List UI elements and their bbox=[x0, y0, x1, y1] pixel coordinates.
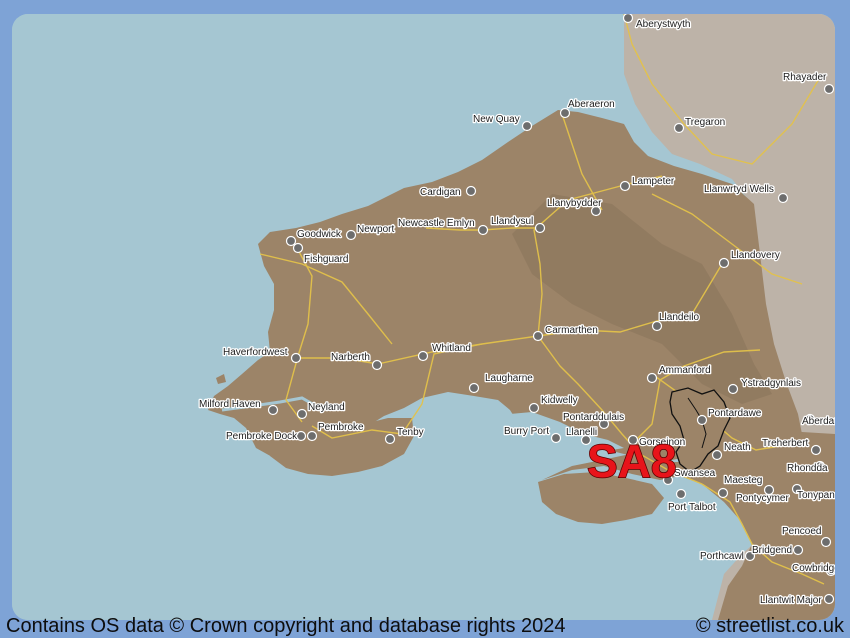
place-label: Whitland bbox=[432, 343, 471, 354]
place-label: Burry Port bbox=[504, 426, 549, 437]
marker-pontardawe bbox=[696, 414, 708, 426]
marker-pencoed bbox=[820, 536, 832, 548]
map-view[interactable]: Aberystwyth Rhayader Aberaeron New Quay … bbox=[12, 14, 835, 620]
place-label: Llanwrtyd Wells bbox=[704, 184, 774, 195]
map-frame: Aberystwyth Rhayader Aberaeron New Quay … bbox=[0, 0, 850, 637]
place-label: Rhayader bbox=[783, 72, 827, 83]
place-label: Milford Haven bbox=[199, 399, 261, 410]
marker-llanwrtyd-wells bbox=[777, 192, 789, 204]
marker-cardigan bbox=[465, 185, 477, 197]
marker-milford-haven bbox=[267, 404, 279, 416]
marker-goodwick bbox=[285, 235, 297, 247]
place-label: Pontycymer bbox=[736, 493, 789, 504]
marker-haverfordwest bbox=[290, 352, 302, 364]
place-label: Swansea bbox=[674, 468, 716, 479]
place-label: Pontardawe bbox=[708, 408, 762, 419]
marker-ystradgynlais bbox=[727, 383, 739, 395]
marker-port-talbot bbox=[675, 488, 687, 500]
marker-neath bbox=[711, 449, 723, 461]
marker-maesteg bbox=[717, 487, 729, 499]
marker-narberth bbox=[371, 359, 383, 371]
marker-llandovery bbox=[718, 257, 730, 269]
place-label: Cardigan bbox=[420, 187, 461, 198]
site-credit-link[interactable]: © streetlist.co.uk bbox=[696, 615, 844, 638]
marker-treherbert bbox=[810, 444, 822, 456]
place-label: Carmarthen bbox=[545, 325, 598, 336]
place-label: Goodwick bbox=[297, 229, 342, 240]
place-label: Laugharne bbox=[485, 373, 533, 384]
marker-pembroke-dock bbox=[295, 430, 307, 442]
marker-llandysul bbox=[534, 222, 546, 234]
place-label: Kidwelly bbox=[541, 395, 578, 406]
place-label: Newport bbox=[357, 224, 394, 235]
place-label: Neyland bbox=[308, 402, 345, 413]
marker-tregaron bbox=[673, 122, 685, 134]
place-label: Narberth bbox=[331, 352, 370, 363]
place-label: Porthcawl bbox=[700, 551, 744, 562]
place-label: Maesteg bbox=[724, 475, 762, 486]
place-label: Pontarddulais bbox=[563, 412, 624, 423]
marker-lampeter bbox=[619, 180, 631, 192]
place-label: Aberystwyth bbox=[636, 19, 690, 30]
marker-new-quay bbox=[521, 120, 533, 132]
place-label: Llanybydder bbox=[547, 198, 602, 209]
marker-bridgend bbox=[792, 544, 804, 556]
marker-ammanford bbox=[646, 372, 658, 384]
place-label: Tenby bbox=[397, 427, 424, 438]
marker-neyland bbox=[296, 408, 308, 420]
marker-newport bbox=[345, 229, 357, 241]
marker-aberystwyth bbox=[622, 14, 634, 24]
marker-newcastle-emlyn bbox=[477, 224, 489, 236]
place-label: New Quay bbox=[473, 114, 520, 125]
marker-whitland bbox=[417, 350, 429, 362]
marker-burry-port bbox=[550, 432, 562, 444]
place-label: Aberaeron bbox=[568, 99, 615, 110]
place-label: Rhondda bbox=[787, 463, 828, 474]
marker-pembroke bbox=[306, 430, 318, 442]
marker-fishguard bbox=[292, 242, 304, 254]
place-label: Llandeilo bbox=[659, 312, 699, 323]
place-label: Cowbridge bbox=[792, 563, 835, 574]
place-label: Pencoed bbox=[782, 526, 821, 537]
marker-tenby bbox=[384, 433, 396, 445]
place-label: Newcastle Emlyn bbox=[398, 218, 475, 229]
marker-laugharne bbox=[468, 382, 480, 394]
place-label: Tregaron bbox=[685, 117, 725, 128]
place-label: Haverfordwest bbox=[223, 347, 288, 358]
postcode-area-label: SA8 bbox=[587, 435, 676, 487]
marker-kidwelly bbox=[528, 402, 540, 414]
place-label: Aberdare bbox=[802, 416, 835, 427]
place-label: Neath bbox=[724, 442, 751, 453]
map-svg: Aberystwyth Rhayader Aberaeron New Quay … bbox=[12, 14, 835, 620]
place-label: Llandysul bbox=[491, 216, 533, 227]
attribution-bar: Contains OS data © Crown copyright and d… bbox=[0, 612, 850, 637]
place-label: Ystradgynlais bbox=[741, 378, 801, 389]
place-label: Treherbert bbox=[762, 438, 809, 449]
place-label: Pembroke Dock bbox=[226, 431, 298, 442]
place-label: Port Talbot bbox=[668, 502, 716, 513]
place-label: Pembroke bbox=[318, 422, 364, 433]
place-label: Lampeter bbox=[632, 176, 675, 187]
marker-rhayader bbox=[823, 83, 835, 95]
place-label: Ammanford bbox=[659, 365, 711, 376]
marker-carmarthen bbox=[532, 330, 544, 342]
place-label: Tonypandy bbox=[797, 490, 835, 501]
marker-llantwit-major bbox=[823, 593, 835, 605]
place-label: Fishguard bbox=[304, 254, 348, 265]
place-label: Llantwit Major bbox=[760, 595, 822, 606]
place-label: Bridgend bbox=[752, 545, 792, 556]
place-label: Llandovery bbox=[731, 250, 780, 261]
copyright-notice: Contains OS data © Crown copyright and d… bbox=[6, 615, 566, 637]
